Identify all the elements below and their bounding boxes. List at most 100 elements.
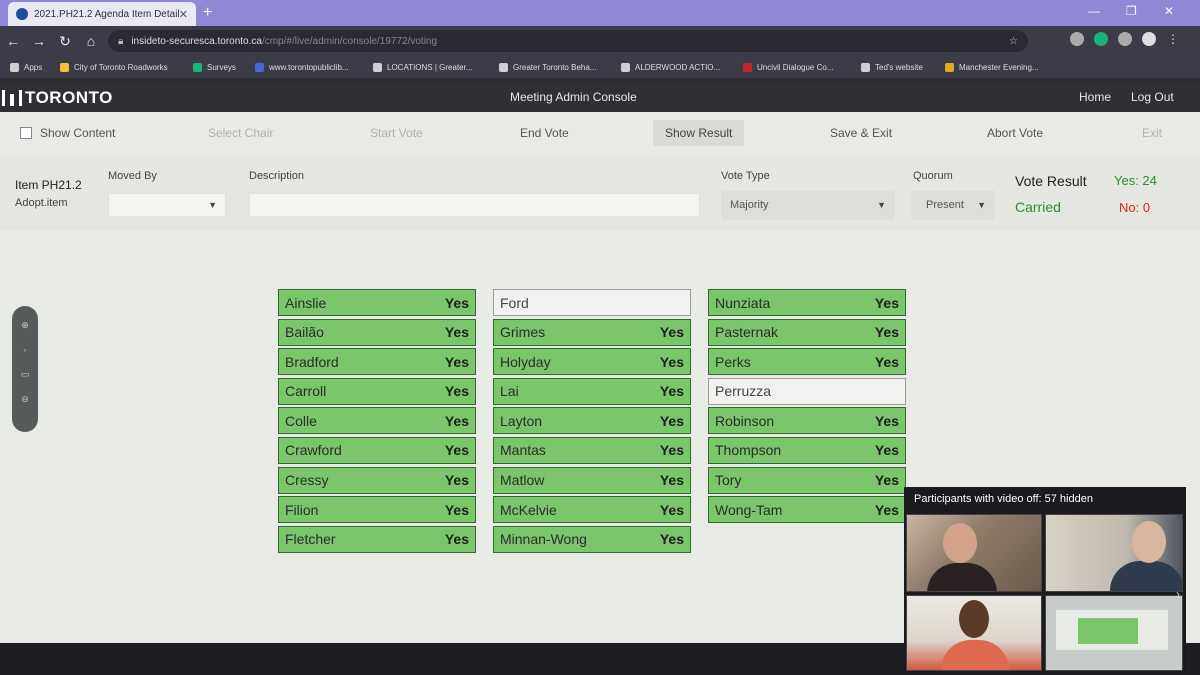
minimize-icon[interactable]: — [1088, 4, 1100, 18]
show-content-toggle[interactable]: Show Content [20, 126, 115, 140]
extension-green-icon[interactable] [1094, 32, 1108, 46]
councillor-vote-row[interactable]: Ford [493, 289, 691, 316]
councillor-vote-row[interactable]: Cressy Yes [278, 466, 476, 494]
quorum-select[interactable]: Present ▼ [911, 190, 995, 220]
vote-value: Yes [444, 353, 469, 370]
bookmark-item[interactable]: www.torontopubliclib... [255, 62, 373, 72]
vote-details-form: Item PH21.2 Adopt.item Moved By ▼ Descri… [0, 156, 1200, 230]
councillor-vote-row[interactable]: Bailão Yes [278, 318, 476, 346]
zoom-fit-icon[interactable]: ▭ [12, 369, 38, 380]
vote-type-select[interactable]: Majority ▼ [721, 190, 895, 220]
councillor-vote-row[interactable]: Lai Yes [493, 377, 691, 405]
councillor-vote-row[interactable]: Bradford Yes [278, 348, 476, 376]
councillor-vote-row[interactable]: Thompson Yes [708, 436, 906, 464]
bookmark-item[interactable]: Manchester Evening... [945, 62, 1065, 72]
councillor-vote-row[interactable]: Filion Yes [278, 496, 476, 524]
extension-icon[interactable] [1070, 32, 1084, 46]
bookmark-star-icon[interactable]: ☆ [1009, 36, 1018, 47]
home-link[interactable]: Home [1079, 90, 1111, 104]
vote-value: Yes [444, 412, 469, 429]
councillor-vote-row[interactable]: Mantas Yes [493, 436, 691, 464]
bookmark-item[interactable]: ALDERWOOD ACTIO... [621, 62, 743, 72]
councillor-vote-row[interactable]: Ainslie Yes [278, 289, 476, 316]
councillor-vote-row[interactable]: Tory Yes [708, 466, 906, 494]
select-chair-button[interactable]: Select Chair [208, 126, 273, 140]
councillor-vote-row[interactable]: Layton Yes [493, 407, 691, 435]
back-icon[interactable]: ← [0, 33, 26, 49]
councillor-name: Filion [285, 501, 319, 518]
zoom-out-icon[interactable]: ⊖ [12, 394, 38, 405]
vote-value: Yes [444, 531, 469, 548]
show-result-button[interactable]: Show Result [653, 120, 745, 146]
vote-type-label: Vote Type [721, 170, 770, 182]
participant-video-tile[interactable] [906, 595, 1042, 671]
vote-result-label: Vote Result [1015, 173, 1087, 189]
save-exit-button[interactable]: Save & Exit [830, 126, 892, 140]
councillor-vote-row[interactable]: Minnan-Wong Yes [493, 525, 691, 553]
bookmark-item[interactable]: Apps [10, 62, 60, 72]
councillor-name: Colle [285, 412, 317, 429]
reload-icon[interactable]: ↻ [52, 33, 78, 50]
end-vote-button[interactable]: End Vote [520, 126, 569, 140]
bookmarks-bar: Apps City of Toronto Roadworks Surveys www.… [0, 56, 1200, 78]
bookmark-item[interactable]: City of Toronto Roadworks [60, 62, 193, 72]
exit-button[interactable]: Exit [1142, 126, 1162, 140]
participant-video-tile[interactable] [1045, 514, 1183, 592]
tab-title: 2021.PH21.2 Agenda Item Detail [34, 8, 179, 20]
bookmark-label: Manchester Evening... [959, 62, 1039, 72]
bookmark-label: www.torontopubliclib... [269, 62, 349, 72]
councillor-vote-row[interactable]: Pasternak Yes [708, 318, 906, 346]
councillor-vote-row[interactable]: Wong-Tam Yes [708, 496, 906, 524]
councillor-vote-row[interactable]: Holyday Yes [493, 348, 691, 376]
bookmark-item[interactable]: LOCATIONS | Greater... [373, 62, 499, 72]
vote-value: Yes [874, 294, 899, 311]
bookmark-favicon-icon [10, 62, 19, 72]
councillor-vote-row[interactable]: McKelvie Yes [493, 496, 691, 524]
bookmark-item[interactable]: Uncivil Dialogue Co... [743, 62, 861, 72]
bookmark-label: Ted's website [875, 62, 923, 72]
start-vote-button[interactable]: Start Vote [370, 126, 423, 140]
browser-tab[interactable]: 2021.PH21.2 Agenda Item Detail ✕ [8, 2, 196, 26]
logout-link[interactable]: Log Out [1131, 90, 1174, 104]
forward-icon[interactable]: → [26, 33, 52, 49]
screen-share-tile[interactable] [1045, 595, 1183, 671]
zoom-in-icon[interactable]: ⊕ [12, 320, 38, 331]
description-input[interactable] [249, 193, 700, 217]
next-page-icon[interactable]: › [1176, 587, 1180, 601]
item-action: Adopt.item [15, 197, 68, 209]
bookmark-item[interactable]: Greater Toronto Beha... [499, 62, 621, 72]
chevron-down-icon: ▼ [977, 200, 986, 210]
councillor-vote-row[interactable]: Fletcher Yes [278, 525, 476, 553]
restore-icon[interactable]: ❐ [1126, 4, 1137, 18]
home-icon[interactable]: ⌂ [78, 33, 104, 49]
puzzle-icon[interactable] [1118, 32, 1132, 46]
councillor-vote-row[interactable]: Perks Yes [708, 348, 906, 376]
councillor-vote-row[interactable]: Grimes Yes [493, 318, 691, 346]
councillor-vote-row[interactable]: Perruzza [708, 377, 906, 405]
vote-value: Yes [659, 442, 684, 459]
url-input[interactable]: 🔒︎ insideto-securesca.toronto.ca /cmp/#/… [108, 30, 1028, 52]
bookmark-item[interactable]: Surveys [193, 62, 255, 72]
item-id: Item PH21.2 [15, 178, 82, 192]
zoom-level-icon[interactable]: ◦ [12, 345, 38, 355]
councillor-vote-row[interactable]: Crawford Yes [278, 436, 476, 464]
close-window-icon[interactable]: ✕ [1164, 4, 1174, 18]
councillor-vote-row[interactable]: Matlow Yes [493, 466, 691, 494]
moved-by-select[interactable]: ▼ [108, 193, 226, 217]
show-content-checkbox[interactable] [20, 127, 32, 139]
councillor-vote-row[interactable]: Carroll Yes [278, 377, 476, 405]
councillor-name: Ford [500, 294, 529, 311]
councillor-vote-row[interactable]: Robinson Yes [708, 407, 906, 435]
councillor-vote-row[interactable]: Colle Yes [278, 407, 476, 435]
councillor-vote-row[interactable]: Nunziata Yes [708, 289, 906, 316]
new-tab-icon[interactable]: + [203, 4, 212, 22]
participant-video-tile[interactable] [906, 514, 1042, 592]
close-tab-icon[interactable]: ✕ [179, 8, 188, 21]
councillor-name: Layton [500, 412, 543, 429]
bookmark-item[interactable]: Ted's website [861, 62, 945, 72]
abort-vote-button[interactable]: Abort Vote [987, 126, 1043, 140]
profile-avatar-icon[interactable] [1142, 32, 1156, 46]
vote-value: Yes [659, 412, 684, 429]
menu-dots-icon[interactable]: ⋮ [1166, 32, 1180, 46]
zoom-controls[interactable]: ⊕ ◦ ▭ ⊖ [12, 306, 38, 432]
